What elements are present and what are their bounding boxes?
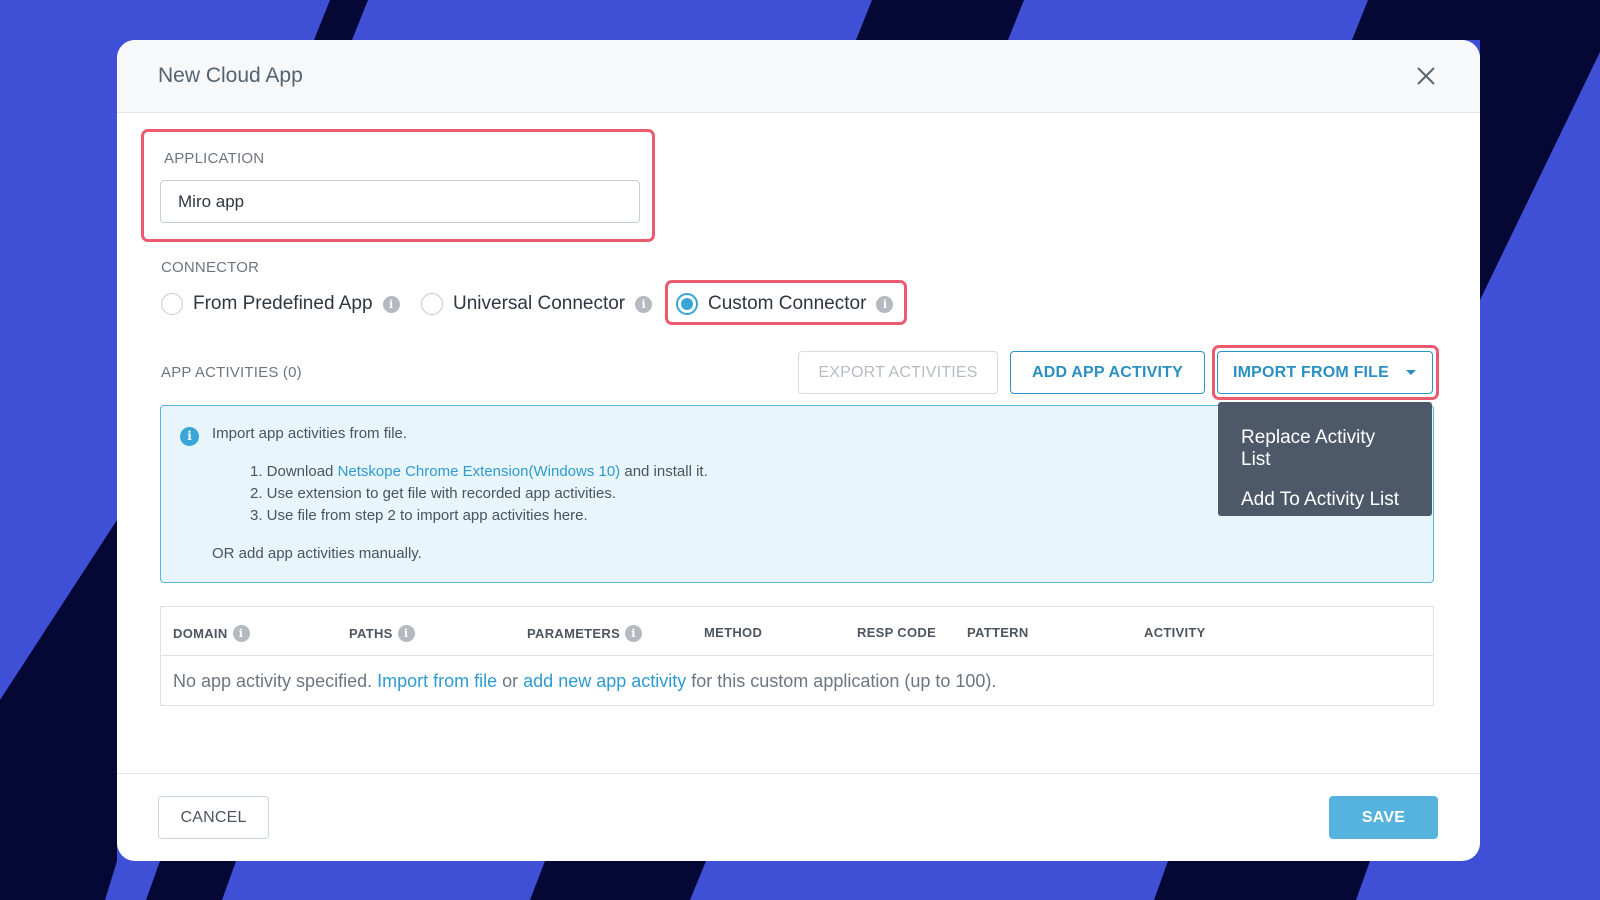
table-header: DOMAIN i PATHS i PARAMETERS i METHOD RES… [161, 607, 1433, 656]
column-parameters-label: PARAMETERS [527, 626, 621, 641]
export-activities-button[interactable]: EXPORT ACTIVITIES [798, 351, 998, 394]
column-activity: ACTIVITY [1144, 625, 1206, 640]
info-icon[interactable]: i [876, 295, 894, 313]
radio-predefined-app[interactable]: From Predefined App i [161, 293, 400, 315]
import-from-file-button[interactable]: IMPORT FROM FILE [1217, 351, 1433, 394]
radio-custom-connector-circle[interactable] [676, 293, 698, 315]
radio-predefined-app-label: From Predefined App [193, 293, 373, 314]
radio-predefined-app-circle[interactable] [161, 293, 183, 315]
import-dropdown-menu: Replace Activity List Add To Activity Li… [1218, 402, 1432, 516]
info-title: Import app activities from file. [212, 425, 408, 442]
modal-header: New Cloud App [117, 40, 1480, 113]
info-step-2: 2. Use extension to get file with record… [250, 485, 617, 502]
close-icon[interactable] [1414, 64, 1438, 88]
info-step-1-suffix: and install it. [620, 463, 708, 480]
application-input[interactable] [160, 180, 640, 223]
connector-label: CONNECTOR [161, 259, 260, 276]
radio-universal-connector[interactable]: Universal Connector i [421, 293, 653, 315]
info-icon[interactable]: i [382, 295, 400, 313]
cancel-button[interactable]: CANCEL [158, 796, 269, 839]
empty-prefix: No app activity specified. [173, 671, 378, 691]
info-icon[interactable]: i [625, 625, 643, 642]
column-domain-label: DOMAIN [173, 626, 228, 641]
info-icon[interactable]: i [232, 625, 250, 642]
modal-title: New Cloud App [158, 64, 303, 87]
info-or-text: OR add app activities manually. [212, 545, 422, 562]
column-resp-code: RESP CODE [857, 625, 937, 640]
save-button[interactable]: SAVE [1329, 796, 1438, 839]
modal-footer [117, 773, 1480, 861]
column-method: METHOD [704, 625, 763, 640]
app-activities-label: APP ACTIVITIES (0) [161, 364, 302, 381]
info-circle-icon: i [180, 427, 199, 446]
add-app-activity-button[interactable]: ADD APP ACTIVITY [1010, 351, 1205, 394]
radio-universal-connector-label: Universal Connector [453, 293, 626, 314]
import-from-file-label: IMPORT FROM FILE [1232, 363, 1390, 381]
empty-suffix: for this custom application (up to 100). [686, 671, 997, 691]
activities-table: DOMAIN i PATHS i PARAMETERS i METHOD RES… [160, 606, 1434, 706]
column-domain: DOMAIN i [173, 625, 250, 642]
add-new-app-activity-link[interactable]: add new app activity [523, 671, 686, 691]
replace-activity-list-item[interactable]: Replace Activity List [1218, 418, 1432, 480]
application-label: APPLICATION [164, 150, 265, 167]
info-icon[interactable]: i [397, 625, 415, 642]
import-from-file-link[interactable]: Import from file [377, 671, 497, 691]
column-pattern: PATTERN [967, 625, 1029, 640]
column-paths: PATHS i [349, 625, 415, 642]
caret-down-icon [1405, 364, 1417, 382]
add-to-activity-list-item[interactable]: Add To Activity List [1218, 480, 1432, 520]
empty-table-message: No app activity specified. Import from f… [173, 671, 996, 692]
info-icon[interactable]: i [635, 295, 653, 313]
info-step-1: 1. Download Netskope Chrome Extension(Wi… [250, 463, 708, 480]
radio-custom-connector-label: Custom Connector [708, 293, 867, 314]
column-paths-label: PATHS [349, 626, 393, 641]
radio-custom-connector[interactable]: Custom Connector i [676, 293, 894, 315]
column-parameters: PARAMETERS i [527, 625, 643, 642]
info-step-1-prefix: 1. Download [250, 463, 338, 480]
empty-mid: or [497, 671, 524, 691]
info-step-3: 3. Use file from step 2 to import app ac… [250, 507, 588, 524]
radio-universal-connector-circle[interactable] [421, 293, 443, 315]
chrome-extension-link[interactable]: Netskope Chrome Extension(Windows 10) [338, 463, 621, 480]
